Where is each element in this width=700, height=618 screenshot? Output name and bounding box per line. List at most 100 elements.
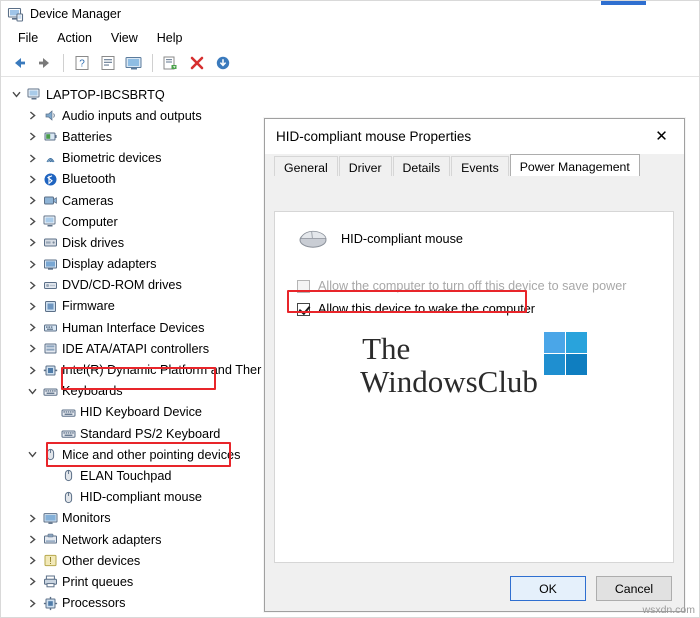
monitor-icon[interactable] bbox=[122, 52, 146, 74]
chevron-right-icon[interactable] bbox=[24, 556, 41, 565]
tree-item-label: Bluetooth bbox=[62, 172, 116, 187]
disk-drive-icon bbox=[41, 235, 60, 250]
chevron-right-icon[interactable] bbox=[24, 514, 41, 523]
tree-item-label: Monitors bbox=[62, 511, 111, 526]
window-title: Device Manager bbox=[30, 7, 122, 21]
chip-icon bbox=[41, 363, 60, 378]
camera-icon bbox=[41, 193, 60, 208]
tree-item-label: Cameras bbox=[62, 193, 114, 208]
close-icon[interactable]: ✕ bbox=[639, 119, 684, 153]
tab-driver[interactable]: Driver bbox=[338, 156, 392, 176]
scan-hardware-icon[interactable] bbox=[159, 52, 183, 74]
tree-item-label: Network adapters bbox=[62, 532, 162, 547]
chevron-right-icon[interactable] bbox=[24, 535, 41, 544]
ok-button[interactable]: OK bbox=[510, 576, 586, 601]
chevron-right-icon[interactable] bbox=[24, 344, 41, 353]
chevron-right-icon[interactable] bbox=[24, 196, 41, 205]
chevron-right-icon[interactable] bbox=[24, 132, 41, 142]
bluetooth-icon bbox=[41, 172, 60, 187]
tree-item-label: Computer bbox=[62, 214, 118, 229]
chevron-down-icon[interactable] bbox=[24, 387, 41, 396]
logo-line-2: WindowsClub bbox=[360, 364, 538, 400]
tree-item-label: Mice and other pointing devices bbox=[62, 447, 241, 462]
tab-details[interactable]: Details bbox=[392, 156, 451, 176]
cancel-button[interactable]: Cancel bbox=[596, 576, 672, 601]
windowsclub-logo: The WindowsClub bbox=[275, 332, 673, 398]
logo-squares bbox=[543, 332, 588, 376]
tree-item-label: Other devices bbox=[62, 553, 141, 568]
dialog-tabs[interactable]: General Driver Details Events Power Mana… bbox=[265, 154, 684, 176]
display-adapter-icon bbox=[41, 257, 60, 272]
menu-file[interactable]: File bbox=[9, 29, 48, 48]
keyboard-icon bbox=[41, 384, 60, 399]
logo-line-1: The bbox=[362, 331, 411, 366]
printer-icon bbox=[41, 574, 60, 589]
tree-item-label: Disk drives bbox=[62, 235, 125, 250]
tab-events[interactable]: Events bbox=[451, 156, 509, 176]
firmware-icon bbox=[41, 299, 60, 314]
chevron-right-icon[interactable] bbox=[24, 365, 41, 375]
tree-item-label: Processors bbox=[62, 596, 126, 611]
tab-general[interactable]: General bbox=[274, 156, 338, 176]
chevron-down-icon[interactable] bbox=[8, 90, 25, 99]
computer-icon bbox=[25, 87, 44, 102]
chevron-right-icon[interactable] bbox=[24, 281, 41, 290]
turn-off-device-label: Allow the computer to turn off this devi… bbox=[318, 279, 627, 293]
logo-square-3 bbox=[543, 354, 565, 376]
chevron-right-icon[interactable] bbox=[24, 238, 41, 247]
tree-item-label: Display adapters bbox=[62, 257, 157, 272]
tree-item[interactable]: Security devices bbox=[2, 614, 699, 616]
tree-item-label: Firmware bbox=[62, 299, 115, 314]
chevron-right-icon[interactable] bbox=[24, 302, 41, 311]
menu-action[interactable]: Action bbox=[48, 29, 102, 48]
menu-view[interactable]: View bbox=[102, 29, 148, 48]
dvd-drive-icon bbox=[41, 278, 60, 293]
chevron-right-icon[interactable] bbox=[24, 111, 41, 120]
mouse-icon bbox=[297, 226, 333, 252]
battery-icon bbox=[41, 129, 60, 144]
turn-off-device-checkbox[interactable] bbox=[297, 279, 310, 293]
logo-square-2 bbox=[565, 332, 587, 354]
tree-item-label: DVD/CD-ROM drives bbox=[62, 278, 182, 293]
chevron-right-icon[interactable] bbox=[24, 175, 41, 184]
browser-tab-indicator bbox=[601, 1, 646, 5]
svg-text:?: ? bbox=[79, 58, 85, 69]
checkbox-row-turn-off-device[interactable]: Allow the computer to turn off this devi… bbox=[275, 279, 673, 293]
tree-item-label: HID-compliant mouse bbox=[80, 490, 202, 505]
power-management-panel: HID-compliant mouse Allow the computer t… bbox=[274, 211, 674, 563]
watermark: wsxdn.com bbox=[642, 604, 695, 616]
wake-computer-checkbox[interactable] bbox=[297, 302, 310, 316]
ide-controller-icon bbox=[41, 341, 60, 356]
tab-power-management[interactable]: Power Management bbox=[509, 154, 640, 176]
chevron-right-icon[interactable] bbox=[24, 599, 41, 608]
chevron-right-icon[interactable] bbox=[24, 323, 41, 332]
chevron-down-icon[interactable] bbox=[24, 450, 41, 459]
toolbar: ? bbox=[1, 49, 699, 77]
chevron-right-icon[interactable] bbox=[24, 577, 41, 586]
device-properties-dialog: HID-compliant mouse Properties ✕ General… bbox=[264, 118, 685, 612]
tree-root-node[interactable]: LAPTOP-IBCSBRTQ bbox=[2, 84, 699, 105]
mouse-icon bbox=[59, 490, 78, 505]
disable-device-icon[interactable] bbox=[185, 52, 209, 74]
menu-help[interactable]: Help bbox=[148, 29, 193, 48]
back-arrow-icon[interactable] bbox=[7, 52, 31, 74]
mouse-icon bbox=[59, 468, 78, 483]
dialog-buttons: OK Cancel bbox=[510, 576, 672, 601]
tree-item-label: HID Keyboard Device bbox=[80, 405, 202, 420]
chevron-right-icon[interactable] bbox=[24, 154, 41, 163]
tree-item-label: Intel(R) Dynamic Platform and Ther bbox=[62, 363, 262, 378]
properties-icon[interactable] bbox=[96, 52, 120, 74]
mouse-icon bbox=[41, 447, 60, 462]
tree-item-label: Human Interface Devices bbox=[62, 320, 205, 335]
tree-item-label: Audio inputs and outputs bbox=[62, 108, 202, 123]
chevron-right-icon[interactable] bbox=[24, 260, 41, 269]
dialog-title-bar: HID-compliant mouse Properties ✕ bbox=[265, 119, 684, 154]
forward-arrow-icon[interactable] bbox=[33, 52, 57, 74]
help-icon[interactable]: ? bbox=[70, 52, 94, 74]
checkbox-row-wake-computer[interactable]: Allow this device to wake the computer bbox=[275, 302, 673, 316]
update-driver-icon[interactable] bbox=[211, 52, 235, 74]
chevron-right-icon[interactable] bbox=[24, 217, 41, 226]
monitor-icon bbox=[41, 511, 60, 526]
biometric-icon bbox=[41, 151, 60, 166]
dialog-body: General Driver Details Events Power Mana… bbox=[265, 154, 684, 611]
